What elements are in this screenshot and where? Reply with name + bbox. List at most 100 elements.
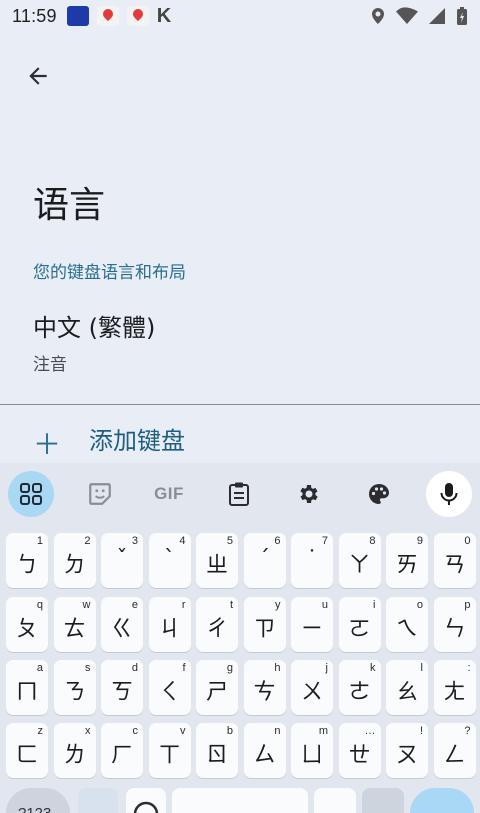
key-label: ㄥ [443,743,466,768]
clock: 11:59 [12,5,57,26]
key-2-9[interactable]: :ㄤ [433,660,476,715]
back-button[interactable] [20,58,56,94]
key-1-9[interactable]: pㄣ [433,597,476,652]
key-hint: 5 [226,535,233,547]
search-key[interactable] [410,788,474,813]
key-3-2[interactable]: cㄏ [101,723,143,778]
voice-input-button[interactable] [426,471,472,517]
apps-grid-button[interactable] [8,471,54,517]
key-label: ㄙ [253,743,276,768]
key-0-0[interactable]: 1ㄅ [6,533,48,588]
key-3-9[interactable]: ? ㄥ [433,723,476,778]
maps-notification-icon-2 [126,6,149,26]
key-2-7[interactable]: kㄜ [338,660,381,715]
clipboard-button[interactable] [216,471,262,517]
add-keyboard-button[interactable]: ＋ 添加键盘 [0,415,480,463]
punctuation-key[interactable] [314,788,356,813]
key-1-2[interactable]: eㄍ [101,597,143,652]
key-0-4[interactable]: 5ㄓ [196,533,238,588]
key-1-6[interactable]: uㄧ [291,597,333,652]
key-label: ㄡ [395,743,418,768]
settings-gear-icon [300,485,318,503]
key-3-4[interactable]: bㄖ [196,723,238,778]
key-hint: p [464,599,471,611]
key-label: ㄨ [300,680,323,705]
key-label: ˙ [306,547,318,572]
key-hint: q [36,599,43,611]
key-hint: f [182,662,186,674]
key-1-0[interactable]: qㄆ [6,597,48,652]
key-2-1[interactable]: sㄋ [53,660,96,715]
space-key[interactable] [172,788,308,813]
language-name: 中文 (繁體) [33,314,156,342]
key-hint: v [180,725,186,737]
key-hint: 8 [369,535,376,547]
key-3-8[interactable]: ! ㄡ [386,723,428,778]
key-hint: 9 [416,535,423,547]
key-label: ˋ [164,547,175,572]
microphone-icon [440,483,458,505]
key-1-3[interactable]: rㄐ [148,597,191,652]
key-1-4[interactable]: tㄔ [196,597,238,652]
key-3-1[interactable]: xㄌ [53,723,96,778]
key-hint: u [321,599,328,611]
sticker-button[interactable] [77,471,123,517]
key-label: ㄊ [63,617,86,642]
key-1-7[interactable]: iㄛ [338,597,381,652]
key-hint: e [131,599,138,611]
key-hint: s [85,662,91,674]
key-0-9[interactable]: 0ㄢ [433,533,476,588]
key-label: ㄌ [63,743,86,768]
sticker-icon [89,483,111,505]
key-0-3[interactable]: 4ˋ [148,533,191,588]
key-2-0[interactable]: aㄇ [6,660,48,715]
key-hint: 1 [36,535,43,547]
key-3-7[interactable]: … ㄝ [338,723,381,778]
theme-button[interactable] [356,471,402,517]
emoji-icon [133,801,159,813]
key-label: ㄟ [395,617,418,642]
key-2-3[interactable]: fㄑ [148,660,191,715]
key-3-3[interactable]: vㄒ [148,723,191,778]
key-hint: r [181,599,186,611]
key-1-1[interactable]: wㄊ [53,597,96,652]
key-2-8[interactable]: lㄠ [386,660,428,715]
gif-button[interactable]: GIF [146,471,192,517]
divider [0,404,480,405]
key-hint: 3 [131,535,138,547]
key-label: ㄗ [253,617,276,642]
emoji-key[interactable] [126,788,166,813]
key-label: ㄒ [158,743,181,768]
key-label: ˊ [259,547,270,572]
key-3-0[interactable]: zㄈ [6,723,48,778]
key-hint: m [318,725,328,737]
key-2-6[interactable]: jㄨ [291,660,333,715]
key-2-4[interactable]: gㄕ [196,660,238,715]
key-0-6[interactable]: 7 ˙ [291,533,333,588]
key-0-1[interactable]: 2ㄉ [53,533,96,588]
key-hint: o [416,599,423,611]
app-notification-icon [66,6,89,26]
key-0-2[interactable]: 3ˇ [101,533,143,588]
language-switch-key[interactable] [78,788,118,813]
key-0-5[interactable]: 6ˊ [243,533,286,588]
settings-button[interactable] [286,471,332,517]
key-label: ㄔ [205,617,228,642]
key-3-6[interactable]: mㄩ [291,723,333,778]
symbols-key[interactable]: ?123 [6,788,70,813]
k-notification-icon: K [156,4,172,27]
key-hint: ? [464,725,471,737]
section-header: 您的键盘语言和布局 [33,263,186,283]
key-2-2[interactable]: dㄎ [101,660,143,715]
key-1-8[interactable]: oㄟ [386,597,428,652]
key-2-5[interactable]: hㄘ [243,660,286,715]
backspace-key[interactable] [362,788,404,813]
palette-icon [369,484,389,504]
key-label: ㄖ [205,743,228,768]
key-0-8[interactable]: 9ㄞ [386,533,428,588]
key-0-7[interactable]: 8ㄚ [338,533,381,588]
key-1-5[interactable]: yㄗ [243,597,286,652]
key-label: ㄚ [348,553,371,578]
key-label: ㄑ [158,680,181,705]
key-3-5[interactable]: nㄙ [243,723,286,778]
